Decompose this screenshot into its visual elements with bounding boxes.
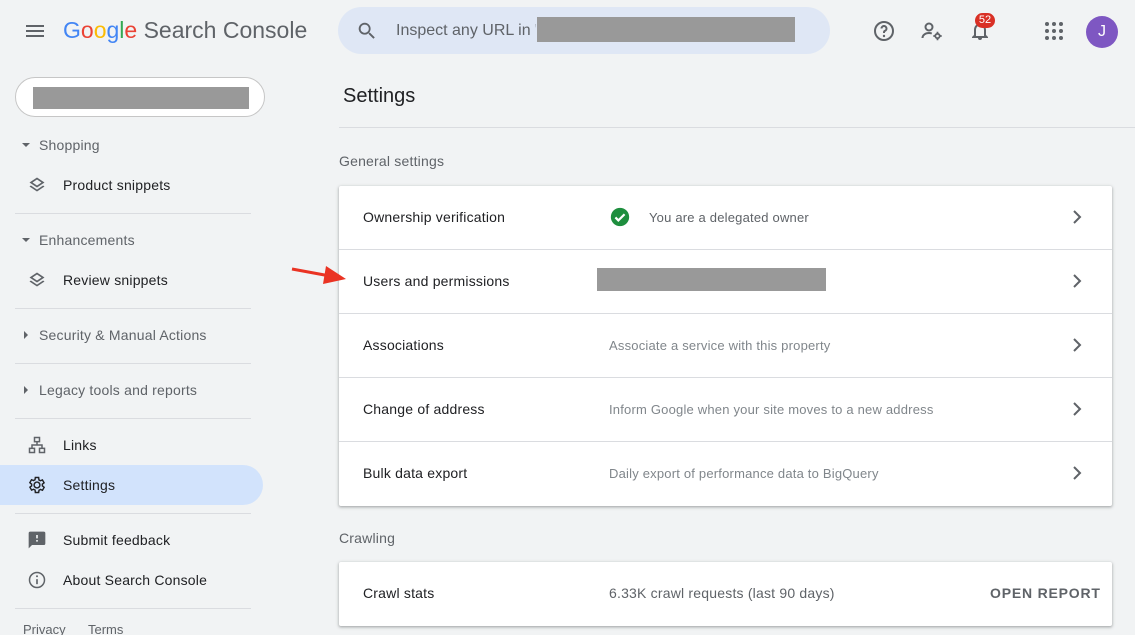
settings-row-crawl-stats[interactable]: Crawl stats 6.33K crawl requests (last 9… <box>339 562 1112 626</box>
general-settings-heading: General settings <box>339 153 445 169</box>
sidebar-divider <box>15 308 251 309</box>
section-label: Security & Manual Actions <box>39 327 207 343</box>
sidebar-divider <box>15 213 251 214</box>
logo-letter: e <box>124 17 138 43</box>
section-label: Legacy tools and reports <box>39 382 198 398</box>
section-legacy-header[interactable]: Legacy tools and reports <box>19 378 197 402</box>
section-label: Enhancements <box>39 232 135 248</box>
sidebar-divider <box>15 513 251 514</box>
page-title: Settings <box>343 85 416 107</box>
open-report-button[interactable]: OPEN REPORT <box>990 585 1101 601</box>
redacted-property-name <box>33 87 249 109</box>
logo-letter: g <box>106 17 120 43</box>
chevron-right-icon <box>1073 466 1082 480</box>
sidebar-item-settings[interactable]: Settings <box>0 465 263 505</box>
notifications-count-badge: 52 <box>975 13 995 28</box>
info-icon <box>28 571 46 589</box>
search-input[interactable] <box>396 20 536 42</box>
search-icon[interactable] <box>356 20 378 42</box>
section-enhancements-header[interactable]: Enhancements <box>19 228 135 252</box>
general-settings-card: Ownership verification You are a delegat… <box>339 186 1112 506</box>
settings-row-change-of-address[interactable]: Change of address Inform Google when you… <box>339 378 1112 442</box>
caret-down-icon <box>22 143 30 147</box>
gear-icon <box>28 476 46 494</box>
row-description: Associate a service with this property <box>609 338 831 353</box>
sidebar-item-product-snippets[interactable]: Product snippets <box>0 165 263 205</box>
crawling-card: Crawl stats 6.33K crawl requests (last 9… <box>339 562 1112 626</box>
sidebar-item-label: About Search Console <box>63 572 208 588</box>
row-description: You are a delegated owner <box>649 210 809 225</box>
menu-icon[interactable] <box>23 19 47 43</box>
section-label: Shopping <box>39 137 100 153</box>
logo-letter: G <box>63 17 81 43</box>
feedback-icon <box>28 531 46 549</box>
caret-down-icon <box>22 238 30 242</box>
sidebar-item-about[interactable]: About Search Console <box>0 560 263 600</box>
url-inspection-search[interactable] <box>338 7 830 54</box>
row-label: Users and permissions <box>363 273 510 289</box>
row-label: Change of address <box>363 401 485 417</box>
sidebar-item-links[interactable]: Links <box>0 425 263 465</box>
row-label: Associations <box>363 337 444 353</box>
sidebar-item-submit-feedback[interactable]: Submit feedback <box>0 520 263 560</box>
chevron-right-icon <box>1073 210 1082 224</box>
logo-letter: o <box>93 17 107 43</box>
sidebar-item-label: Links <box>63 437 97 453</box>
row-label: Bulk data export <box>363 465 468 481</box>
row-description: Daily export of performance data to BigQ… <box>609 466 879 481</box>
app-logo[interactable]: Google Search Console <box>63 17 307 44</box>
section-shopping-header[interactable]: Shopping <box>19 133 100 157</box>
sidebar-item-label: Settings <box>63 477 116 493</box>
chevron-right-icon <box>1073 274 1082 288</box>
property-selector[interactable] <box>15 77 265 117</box>
title-divider <box>339 127 1135 128</box>
account-avatar[interactable]: J <box>1086 16 1118 48</box>
chevron-right-icon <box>1073 402 1082 416</box>
apps-grid-icon[interactable] <box>1042 19 1066 43</box>
logo-product-name: Search Console <box>143 17 308 43</box>
terms-link[interactable]: Terms <box>88 622 123 635</box>
sidebar-divider <box>15 608 251 609</box>
annotation-arrow-icon <box>291 266 346 284</box>
settings-row-ownership-verification[interactable]: Ownership verification You are a delegat… <box>339 186 1112 250</box>
crawling-heading: Crawling <box>339 530 396 546</box>
settings-row-bulk-data-export[interactable]: Bulk data export Daily export of perform… <box>339 442 1112 506</box>
sidebar-item-review-snippets[interactable]: Review snippets <box>0 260 263 300</box>
row-label: Crawl stats <box>363 585 435 601</box>
chevron-right-icon <box>1073 338 1082 352</box>
logo-letter: o <box>80 17 94 43</box>
layers-icon <box>29 272 45 287</box>
row-description: 6.33K crawl requests (last 90 days) <box>609 585 835 601</box>
row-description: Inform Google when your site moves to a … <box>609 402 934 417</box>
settings-row-associations[interactable]: Associations Associate a service with th… <box>339 314 1112 378</box>
manage-accounts-icon[interactable] <box>920 19 944 43</box>
settings-row-users-and-permissions[interactable]: Users and permissions <box>339 250 1112 314</box>
redacted-user-count <box>597 268 826 291</box>
help-icon[interactable] <box>872 19 896 43</box>
sidebar-item-label: Review snippets <box>63 272 168 288</box>
links-tree-icon <box>28 436 46 454</box>
check-circle-icon <box>610 207 630 227</box>
sidebar-item-label: Submit feedback <box>63 532 171 548</box>
top-app-bar: Google Search Console 52 J <box>0 0 1135 62</box>
privacy-link[interactable]: Privacy <box>23 622 66 635</box>
sidebar-divider <box>15 418 251 419</box>
sidebar-divider <box>15 363 251 364</box>
sidebar-item-label: Product snippets <box>63 177 171 193</box>
section-security-header[interactable]: Security & Manual Actions <box>19 323 207 347</box>
redacted-property-url <box>537 17 795 42</box>
caret-right-icon <box>24 331 28 339</box>
layers-icon <box>29 177 45 192</box>
caret-right-icon <box>24 386 28 394</box>
row-label: Ownership verification <box>363 209 506 225</box>
